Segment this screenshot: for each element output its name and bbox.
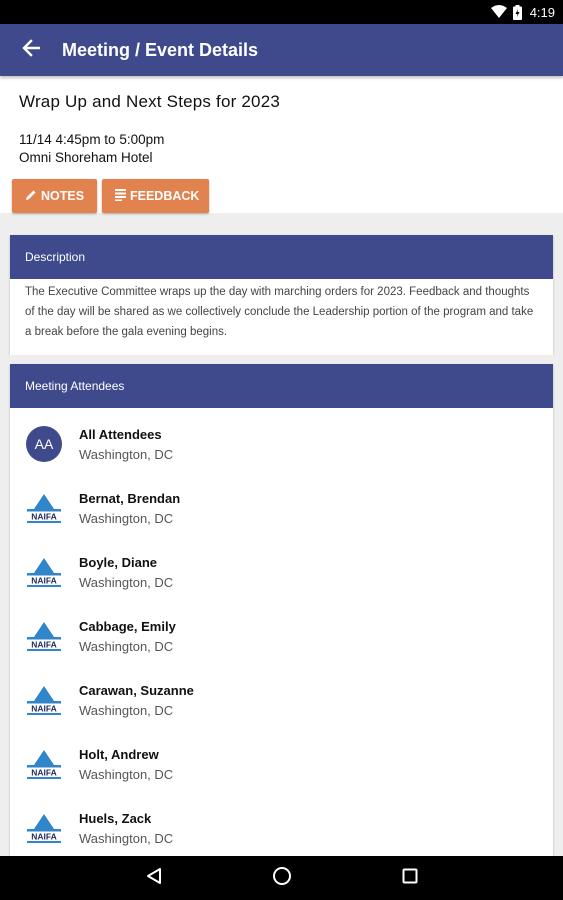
avatar: NAIFA xyxy=(25,681,63,719)
event-title: Wrap Up and Next Steps for 2023 xyxy=(19,92,281,111)
attendee-name: All Attendees xyxy=(79,427,162,442)
attendee-name: Huels, Zack xyxy=(79,811,152,826)
card-spacer xyxy=(0,355,563,364)
app-bar: Meeting / Event Details xyxy=(0,24,563,76)
list-icon xyxy=(115,188,126,204)
feedback-label: FEEDBACK xyxy=(130,189,200,203)
attendees-header: Meeting Attendees xyxy=(10,364,553,408)
attendee-location: Washington, DC xyxy=(79,831,174,846)
attendee-name: Cabbage, Emily xyxy=(79,619,176,634)
attendee-row[interactable]: NAIFA Boyle, Diane Washington, DC xyxy=(10,536,553,600)
attendee-location: Washington, DC xyxy=(79,575,174,590)
attendee-text: Carawan, Suzanne Washington, DC xyxy=(79,681,194,721)
attendee-text: Bernat, Brendan Washington, DC xyxy=(79,489,180,529)
feedback-button[interactable]: FEEDBACK xyxy=(102,179,209,213)
logo-text: NAIFA xyxy=(31,512,57,522)
avatar: AA xyxy=(25,425,63,463)
avatar: NAIFA xyxy=(25,553,63,591)
back-button[interactable] xyxy=(0,24,62,76)
notes-button[interactable]: NOTES xyxy=(12,179,97,213)
status-bar: 4:19 xyxy=(0,0,563,24)
circle-home-icon xyxy=(272,866,292,891)
navigation-bar xyxy=(0,856,563,900)
initials-avatar: AA xyxy=(26,426,62,462)
naifa-logo-icon: NAIFA xyxy=(27,622,61,651)
attendee-location: Washington, DC xyxy=(79,511,174,526)
naifa-logo-icon: NAIFA xyxy=(27,686,61,715)
arrow-back-icon xyxy=(22,38,41,62)
nav-back-button[interactable] xyxy=(134,858,174,898)
event-header: Wrap Up and Next Steps for 2023 11/14 4:… xyxy=(0,76,563,167)
nav-recents-button[interactable] xyxy=(390,858,430,898)
logo-text: NAIFA xyxy=(31,640,57,650)
attendee-row[interactable]: NAIFA Bernat, Brendan Washington, DC xyxy=(10,472,553,536)
cards-area: Description The Executive Committee wrap… xyxy=(0,213,563,856)
naifa-logo-icon: NAIFA xyxy=(27,814,61,843)
square-recents-icon xyxy=(402,868,418,889)
notes-label: NOTES xyxy=(41,189,85,203)
attendee-name: Carawan, Suzanne xyxy=(79,683,194,698)
description-text: The Executive Committee wraps up the day… xyxy=(25,286,534,338)
attendee-text: Boyle, Diane Washington, DC xyxy=(79,553,173,593)
attendee-name: Boyle, Diane xyxy=(79,555,158,570)
attendee-name: Bernat, Brendan xyxy=(79,491,181,506)
description-card: Description The Executive Committee wrap… xyxy=(10,235,553,355)
avatar: NAIFA xyxy=(25,809,63,847)
attendee-text: Cabbage, Emily Washington, DC xyxy=(79,617,176,657)
logo-text: NAIFA xyxy=(31,704,57,714)
wifi-icon xyxy=(490,5,507,19)
logo-text: NAIFA xyxy=(31,576,57,586)
event-time: 11/14 4:45pm to 5:00pm xyxy=(19,132,165,147)
attendee-location: Washington, DC xyxy=(79,639,174,654)
attendee-text: All Attendees Washington, DC xyxy=(79,425,173,465)
attendee-text: Huels, Zack Washington, DC xyxy=(79,809,173,849)
logo-text: NAIFA xyxy=(31,768,57,778)
attendees-card: Meeting Attendees AA All Attendees Washi… xyxy=(10,364,553,856)
triangle-back-icon xyxy=(146,867,162,890)
attendee-text: Holt, Andrew Washington, DC xyxy=(79,745,173,785)
attendee-row[interactable]: AA All Attendees Washington, DC xyxy=(10,408,553,472)
attendee-location: Washington, DC xyxy=(79,447,174,462)
naifa-logo-icon: NAIFA xyxy=(27,494,61,523)
avatar: NAIFA xyxy=(25,745,63,783)
attendee-row[interactable]: NAIFA Holt, Andrew Washington, DC xyxy=(10,728,553,792)
avatar: NAIFA xyxy=(25,617,63,655)
page-title: Meeting / Event Details xyxy=(62,39,259,60)
naifa-logo-icon: NAIFA xyxy=(27,558,61,587)
battery-icon xyxy=(512,4,522,20)
logo-text: NAIFA xyxy=(31,832,57,842)
naifa-logo-icon: NAIFA xyxy=(27,750,61,779)
attendee-location: Washington, DC xyxy=(79,767,174,782)
nav-home-button[interactable] xyxy=(262,858,302,898)
pencil-icon xyxy=(25,189,37,204)
event-details-content[interactable]: Wrap Up and Next Steps for 2023 11/14 4:… xyxy=(0,76,563,856)
status-time: 4:19 xyxy=(529,4,555,20)
avatar: NAIFA xyxy=(25,489,63,527)
event-venue: Omni Shoreham Hotel xyxy=(19,150,153,165)
attendee-row[interactable]: NAIFA Cabbage, Emily Washington, DC xyxy=(10,600,553,664)
action-row: NOTES FEEDBACK xyxy=(0,167,563,213)
attendee-location: Washington, DC xyxy=(79,703,174,718)
attendee-row[interactable]: NAIFA Carawan, Suzanne Washington, DC xyxy=(10,664,553,728)
attendee-name: Holt, Andrew xyxy=(79,747,159,762)
attendee-row[interactable]: NAIFA Huels, Zack Washington, DC xyxy=(10,792,553,856)
attendee-list: AA All Attendees Washington, DC NAIFA Be… xyxy=(10,408,553,856)
description-header: Description xyxy=(10,235,553,279)
